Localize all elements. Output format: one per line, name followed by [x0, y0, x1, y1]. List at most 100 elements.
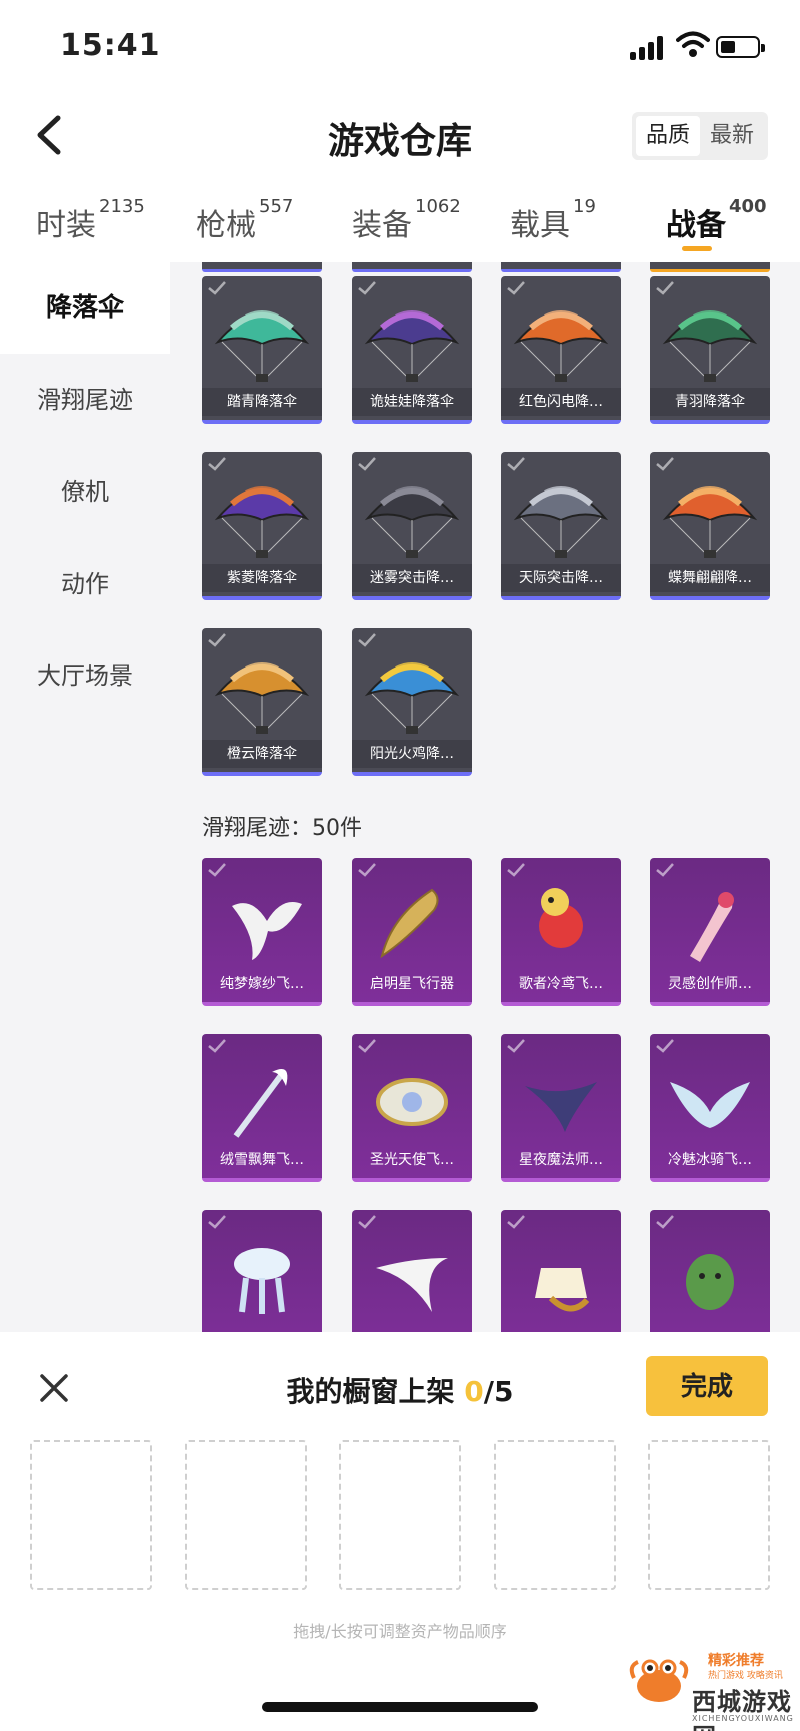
tab-tactical[interactable]: 战备400 — [666, 196, 767, 244]
item-name: 圣光天使飞… — [370, 1152, 454, 1168]
partial-card — [650, 262, 770, 272]
halo-trail-icon — [376, 1078, 448, 1126]
item-name: 星夜魔法师… — [519, 1152, 603, 1168]
home-indicator — [262, 1702, 538, 1712]
watermark-name: 西城游戏网 — [692, 1688, 792, 1731]
parachute-card[interactable]: 橙云降落伞 — [202, 628, 322, 776]
glide-trail-card[interactable]: 歌者冷鸢飞… — [501, 858, 621, 1006]
item-name: 冷魅冰骑飞… — [668, 1152, 752, 1168]
showcase-slot[interactable] — [339, 1440, 461, 1590]
glide-trail-card[interactable] — [501, 1210, 621, 1332]
parachute-card[interactable]: 紫菱降落伞 — [202, 452, 322, 600]
showcase-current-count: 0 — [464, 1375, 484, 1408]
bird-trail-icon — [539, 888, 583, 948]
item-name: 橙云降落伞 — [202, 740, 322, 768]
tab-count: 1062 — [415, 196, 461, 217]
parachute-icon — [214, 486, 310, 558]
brush-trail-icon — [690, 892, 734, 962]
item-name: 蝶舞翩翩降… — [650, 564, 770, 592]
subcategory-sidebar: 降落伞 滑翔尾迹 僚机 动作 大厅场景 — [0, 262, 170, 1332]
parachute-icon — [662, 486, 758, 558]
parachute-card[interactable]: 诡娃娃降落伞 — [352, 276, 472, 424]
category-tabs: 时装2135 枪械557 装备1062 载具19 战备400 — [0, 188, 800, 258]
tab-count: 2135 — [99, 196, 145, 217]
status-bar: 15:41 — [0, 0, 800, 90]
active-tab-indicator — [682, 246, 712, 251]
parachute-card[interactable]: 阳光火鸡降… — [352, 628, 472, 776]
tab-equipment[interactable]: 装备1062 — [352, 196, 461, 244]
item-name: 踏青降落伞 — [202, 388, 322, 416]
showcase-slot[interactable] — [30, 1440, 152, 1590]
parachute-icon — [214, 310, 310, 382]
jellyfish-trail-icon — [234, 1248, 290, 1314]
parachute-card[interactable]: 青羽降落伞 — [650, 276, 770, 424]
parachute-card[interactable]: 红色闪电降… — [501, 276, 621, 424]
tab-label: 战备 — [666, 208, 726, 243]
parachute-card[interactable]: 踏青降落伞 — [202, 276, 322, 424]
glide-trail-card[interactable]: 星夜魔法师… — [501, 1034, 621, 1182]
watermark-tag: 精彩推荐 — [708, 1653, 764, 1669]
sidebar-item-glide-trail[interactable]: 滑翔尾迹 — [0, 354, 170, 446]
glide-trail-card[interactable] — [352, 1210, 472, 1332]
item-name: 绒雪飘舞飞… — [220, 1152, 304, 1168]
tab-count: 557 — [259, 196, 294, 217]
feather-trail-icon — [380, 888, 439, 959]
crab-mascot-icon — [629, 1659, 689, 1702]
glide-trail-card[interactable] — [202, 1210, 322, 1332]
nav-header: 游戏仓库 品质 最新 — [0, 90, 800, 180]
site-watermark: 精彩推荐 热门游戏 攻略资讯 西城游戏网 XICHENGYOUXIWANG — [628, 1640, 800, 1731]
done-button[interactable]: 完成 — [646, 1356, 768, 1416]
tab-count: 400 — [729, 196, 767, 217]
sidebar-item-parachute[interactable]: 降落伞 — [0, 262, 170, 354]
watermark-pinyin: XICHENGYOUXIWANG — [692, 1714, 794, 1723]
staff-trail-icon — [233, 1069, 288, 1138]
parachute-card[interactable]: 迷雾突击降… — [352, 452, 472, 600]
parachute-icon — [364, 662, 460, 734]
tab-label: 时装 — [36, 208, 96, 243]
battery-icon — [716, 36, 765, 58]
parachute-card[interactable]: 天际突击降… — [501, 452, 621, 600]
showcase-slot[interactable] — [494, 1440, 616, 1590]
cellular-signal-icon — [630, 36, 666, 60]
showcase-slot[interactable] — [185, 1440, 307, 1590]
item-name: 诡娃娃降落伞 — [352, 388, 472, 416]
cactus-trail-icon — [686, 1254, 734, 1310]
glide-trail-card[interactable]: 绒雪飘舞飞… — [202, 1034, 322, 1182]
sidebar-item-emote[interactable]: 动作 — [0, 538, 170, 630]
sidebar-item-wingman[interactable]: 僚机 — [0, 446, 170, 538]
parachute-icon — [214, 662, 310, 734]
item-name: 天际突击降… — [501, 564, 621, 592]
reorder-hint: 拖拽/长按可调整资产物品顺序 — [293, 1622, 507, 1641]
partial-card — [202, 262, 322, 272]
glide-trail-card[interactable]: 圣光天使飞… — [352, 1034, 472, 1182]
sidebar-item-lobby-scene[interactable]: 大厅场景 — [0, 630, 170, 722]
glide-trail-card[interactable] — [650, 1210, 770, 1332]
parachute-icon — [513, 486, 609, 558]
tab-outfits[interactable]: 时装2135 — [36, 196, 145, 244]
sort-newest-option[interactable]: 最新 — [700, 116, 764, 156]
glide-trail-card[interactable]: 启明星飞行器 — [352, 858, 472, 1006]
parachute-icon — [513, 310, 609, 382]
ice-wing-trail-icon — [670, 1082, 750, 1128]
glide-trail-card[interactable]: 灵感创作师… — [650, 858, 770, 1006]
item-name: 纯梦嫁纱飞… — [220, 976, 304, 992]
item-name: 歌者冷鸢飞… — [519, 976, 603, 992]
tab-weapons[interactable]: 枪械557 — [196, 196, 293, 244]
wing-trail-icon — [232, 902, 302, 960]
parachute-card[interactable]: 蝶舞翩翩降… — [650, 452, 770, 600]
watermark-subtitle: 热门游戏 攻略资讯 — [708, 1671, 783, 1681]
glide-trail-card[interactable]: 冷魅冰骑飞… — [650, 1034, 770, 1182]
item-name: 阳光火鸡降… — [352, 740, 472, 768]
tab-label: 装备 — [352, 208, 412, 243]
sort-quality-option[interactable]: 品质 — [636, 116, 700, 156]
item-name: 青羽降落伞 — [650, 388, 770, 416]
glide-trail-card[interactable]: 纯梦嫁纱飞… — [202, 858, 322, 1006]
tab-vehicles[interactable]: 载具19 — [510, 196, 596, 244]
tab-count: 19 — [573, 196, 596, 217]
dark-wing-trail-icon — [525, 1082, 597, 1132]
showcase-slot[interactable] — [648, 1440, 770, 1590]
white-feather-trail-icon — [376, 1258, 448, 1312]
item-name: 启明星飞行器 — [370, 976, 454, 992]
item-name: 紫菱降落伞 — [202, 564, 322, 592]
tab-label: 枪械 — [196, 208, 256, 243]
